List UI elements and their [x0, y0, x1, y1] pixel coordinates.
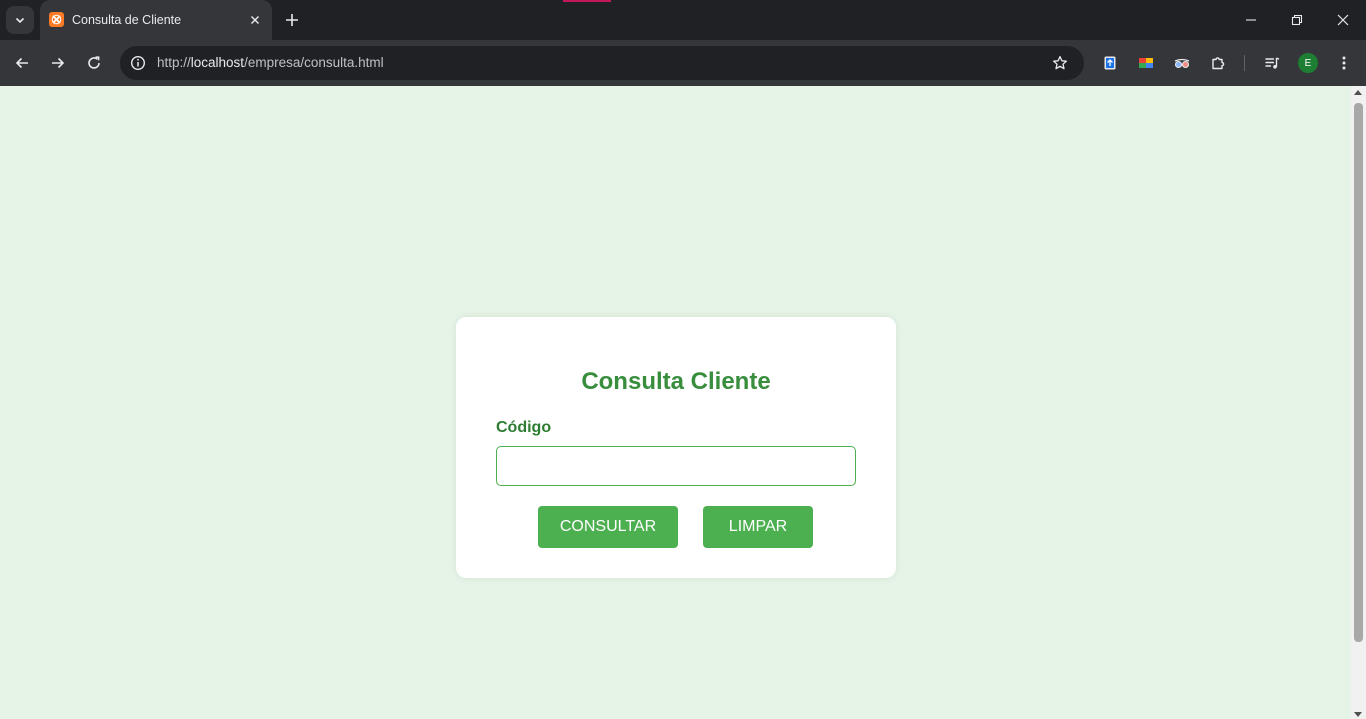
more-vert-icon: [1342, 56, 1346, 70]
info-icon: [130, 55, 146, 71]
forward-button[interactable]: [44, 49, 72, 77]
extension-color-button[interactable]: [1136, 53, 1156, 73]
active-tab[interactable]: Consulta de Cliente: [40, 0, 272, 40]
minimize-icon: [1246, 19, 1256, 21]
vertical-scrollbar[interactable]: [1351, 86, 1366, 719]
close-window-button[interactable]: [1329, 6, 1357, 34]
arrow-right-icon: [52, 57, 65, 69]
tab-strip: Consulta de Cliente: [0, 0, 1366, 40]
toolbar-divider: [1244, 55, 1245, 71]
url-host: localhost: [190, 55, 245, 70]
consulta-form-card: Consulta Cliente Código CONSULTAR LIMPAR: [456, 317, 896, 578]
star-icon: [1052, 55, 1068, 70]
close-icon: [1337, 14, 1349, 26]
form-title: Consulta Cliente: [581, 368, 771, 395]
extensions-menu-button[interactable]: [1208, 53, 1228, 73]
browser-menu-button[interactable]: [1334, 53, 1354, 73]
tab-title: Consulta de Cliente: [72, 13, 182, 27]
xampp-favicon-icon: [49, 12, 64, 27]
chevron-down-icon: [15, 17, 25, 24]
back-button[interactable]: [8, 49, 36, 77]
queue-music-icon: [1265, 57, 1280, 69]
tab-strip-indicator: [563, 0, 611, 2]
scroll-down-arrow-icon[interactable]: [1354, 712, 1362, 717]
restore-button[interactable]: [1283, 6, 1311, 34]
color-palette-icon: [1139, 58, 1153, 68]
codigo-label: Código: [496, 419, 552, 436]
reload-button[interactable]: [80, 49, 108, 77]
url-text: http://localhost/empresa/consulta.html: [157, 55, 384, 70]
consultar-button[interactable]: CONSULTAR: [538, 506, 678, 548]
minimize-button[interactable]: [1237, 6, 1265, 34]
extension-glasses-button[interactable]: [1172, 53, 1192, 73]
tab-close-button[interactable]: [246, 11, 264, 29]
scrollbar-thumb[interactable]: [1354, 103, 1363, 642]
profile-avatar[interactable]: E: [1298, 53, 1318, 73]
url-path: /empresa/consulta.html: [244, 55, 384, 70]
close-icon: [251, 16, 259, 24]
glasses-icon: [1174, 58, 1190, 69]
arrow-left-icon: [15, 57, 28, 69]
tab-search-button[interactable]: [6, 6, 34, 34]
limpar-button[interactable]: LIMPAR: [703, 506, 813, 548]
reload-icon: [88, 56, 100, 69]
codigo-input[interactable]: [496, 446, 856, 486]
url-scheme: http://: [157, 55, 191, 70]
address-bar[interactable]: http://localhost/empresa/consulta.html: [120, 46, 1084, 80]
new-tab-button[interactable]: [282, 10, 302, 30]
page-viewport: Consulta Cliente Código CONSULTAR LIMPAR: [0, 86, 1351, 719]
browser-toolbar: http://localhost/empresa/consulta.html E: [0, 40, 1366, 86]
extension-upload-button[interactable]: [1100, 53, 1120, 73]
bookmark-button[interactable]: [1048, 51, 1072, 75]
puzzle-icon: [1212, 57, 1225, 70]
upload-extension-icon: [1104, 56, 1116, 70]
media-controls-button[interactable]: [1262, 53, 1282, 73]
restore-icon: [1291, 14, 1303, 26]
plus-icon: [286, 14, 298, 26]
scroll-up-arrow-icon[interactable]: [1354, 90, 1362, 95]
site-info-button[interactable]: [126, 51, 150, 75]
